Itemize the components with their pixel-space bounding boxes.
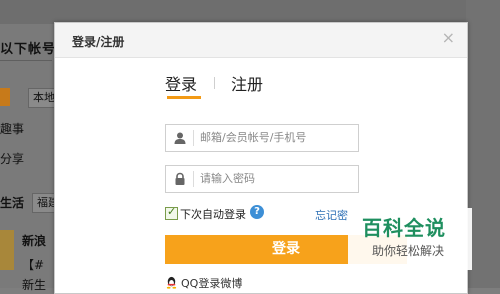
- watermark: 百科全说 助你轻松解决: [348, 208, 472, 270]
- background-orange-marker: [0, 88, 10, 106]
- user-icon: [174, 132, 186, 144]
- tab-separator: [214, 77, 215, 89]
- password-field[interactable]: [165, 165, 359, 193]
- checkmark-icon: ✓: [167, 205, 177, 218]
- watermark-subtitle: 助你轻松解决: [372, 244, 445, 258]
- background-link: 分享: [0, 152, 25, 166]
- background-thumbnail: [0, 230, 14, 270]
- help-icon[interactable]: ?: [250, 205, 264, 219]
- account-field[interactable]: [165, 124, 359, 152]
- background-link: 趣事: [0, 122, 25, 136]
- close-button[interactable]: ×: [442, 30, 455, 46]
- active-tab-indicator: [167, 96, 201, 99]
- background-divider: [0, 60, 52, 61]
- account-input[interactable]: [200, 128, 350, 146]
- remember-checkbox[interactable]: ✓: [165, 205, 178, 220]
- tab-register[interactable]: 注册: [231, 71, 263, 95]
- field-divider: [193, 130, 194, 146]
- watermark-title: 百科全说: [362, 216, 446, 240]
- background-news-title: 新浪: [22, 234, 47, 248]
- field-divider: [193, 171, 194, 187]
- background-news-line: 新生: [22, 278, 47, 292]
- forgot-password-link[interactable]: 忘记密: [315, 207, 348, 223]
- qq-login-label[interactable]: QQ登录微博: [181, 275, 242, 291]
- background-topbar: [0, 0, 500, 24]
- qq-penguin-icon: [166, 276, 177, 289]
- password-input[interactable]: [200, 169, 350, 187]
- dialog-header: 登录/注册 ×: [55, 23, 467, 58]
- background-row-label: 生活: [0, 196, 25, 210]
- background-news-line: 【#: [22, 258, 45, 272]
- lock-icon: [175, 172, 185, 185]
- tab-login[interactable]: 登录: [165, 71, 197, 95]
- dialog-title: 登录/注册: [72, 35, 125, 49]
- remember-label[interactable]: 下次自动登录: [180, 206, 246, 222]
